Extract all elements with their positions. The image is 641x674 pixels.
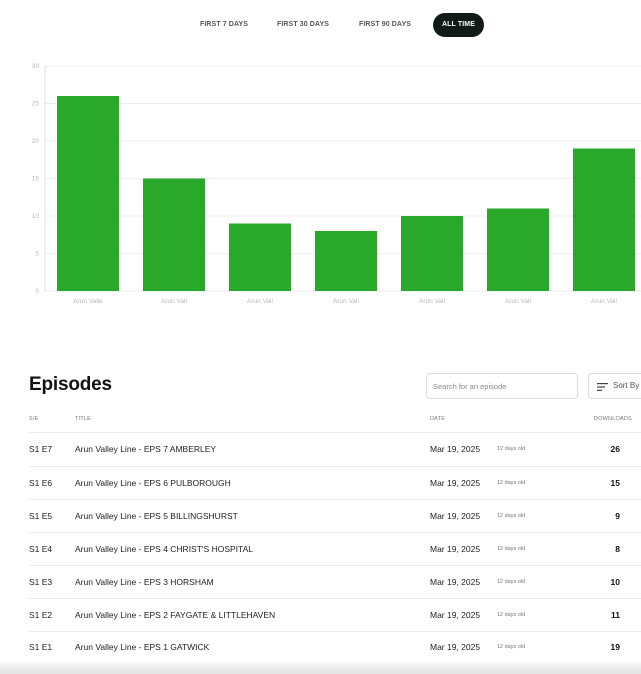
sort-lines-icon bbox=[597, 383, 608, 391]
sort-label: Sort By bbox=[613, 381, 640, 390]
table-row[interactable]: S1 E4 Arun Valley Line - EPS 4 CHRIST'S … bbox=[0, 533, 641, 566]
episode-number: S1 E4 bbox=[29, 544, 53, 554]
episode-number: S1 E2 bbox=[29, 610, 53, 620]
bottom-scroll-shadow bbox=[0, 660, 641, 674]
episode-age: 12 days old bbox=[497, 612, 526, 618]
x-tick-label: Arun Vall bbox=[419, 298, 445, 305]
episode-downloads: 8 bbox=[615, 544, 620, 554]
x-tick-label: Arun Vall bbox=[591, 298, 617, 305]
episode-number: S1 E5 bbox=[29, 511, 53, 521]
episode-downloads: 10 bbox=[610, 577, 620, 587]
y-tick-label: 25 bbox=[32, 101, 40, 108]
episode-date: Mar 19, 2025 bbox=[430, 544, 481, 554]
x-tick-label: Arun Vall bbox=[247, 298, 273, 305]
y-tick-label: 30 bbox=[32, 63, 40, 70]
chart-bar[interactable] bbox=[229, 223, 291, 292]
x-tick-label: Arun Valle bbox=[73, 298, 103, 305]
episode-age: 12 days old bbox=[497, 480, 526, 486]
episodes-table-header: S/E TITLE DATE DOWNLOADS bbox=[0, 416, 641, 426]
y-tick-label: 10 bbox=[32, 213, 40, 220]
episode-date: Mar 19, 2025 bbox=[430, 444, 481, 454]
episode-title: Arun Valley Line - EPS 2 FAYGATE & LITTL… bbox=[75, 610, 276, 620]
episode-date: Mar 19, 2025 bbox=[430, 511, 481, 521]
column-header-date: DATE bbox=[430, 416, 446, 422]
episode-title: Arun Valley Line - EPS 3 HORSHAM bbox=[75, 577, 214, 587]
episode-downloads: 11 bbox=[611, 610, 620, 620]
episode-search-box[interactable] bbox=[426, 373, 578, 399]
episode-title: Arun Valley Line - EPS 7 AMBERLEY bbox=[75, 444, 217, 454]
x-tick-label: Arun Vall bbox=[161, 298, 187, 305]
chart-bar[interactable] bbox=[401, 216, 463, 291]
table-row[interactable]: S1 E6 Arun Valley Line - EPS 6 PULBOROUG… bbox=[0, 467, 641, 500]
episode-age: 12 days old bbox=[497, 513, 526, 519]
table-row[interactable]: S1 E7 Arun Valley Line - EPS 7 AMBERLEY … bbox=[0, 433, 641, 466]
episode-title: Arun Valley Line - EPS 6 PULBOROUGH bbox=[75, 478, 231, 488]
episode-title: Arun Valley Line - EPS 5 BILLINGSHURST bbox=[75, 511, 238, 521]
episode-date: Mar 19, 2025 bbox=[430, 478, 481, 488]
y-tick-label: 0 bbox=[35, 288, 39, 295]
episode-age: 12 days old bbox=[497, 546, 526, 552]
episode-number: S1 E3 bbox=[29, 577, 53, 587]
chart-bar[interactable] bbox=[143, 178, 205, 292]
episode-date: Mar 19, 2025 bbox=[430, 610, 481, 620]
episodes-heading: Episodes bbox=[29, 374, 112, 395]
table-row[interactable]: S1 E3 Arun Valley Line - EPS 3 HORSHAM M… bbox=[0, 566, 641, 599]
column-header-se: S/E bbox=[29, 416, 39, 422]
episode-date: Mar 19, 2025 bbox=[430, 577, 481, 587]
x-tick-label: Arun Vall bbox=[505, 298, 531, 305]
sort-button[interactable]: Sort By bbox=[588, 373, 641, 399]
episode-age: 12 days old bbox=[497, 446, 526, 452]
episode-downloads: 9 bbox=[615, 511, 620, 521]
chart-bar[interactable] bbox=[487, 208, 549, 292]
y-tick-label: 5 bbox=[35, 251, 39, 258]
column-header-downloads: DOWNLOADS bbox=[594, 416, 632, 422]
y-tick-label: 20 bbox=[32, 138, 40, 145]
chart-bar[interactable] bbox=[315, 231, 377, 291]
episode-number: S1 E7 bbox=[29, 444, 53, 454]
chart-bar[interactable] bbox=[573, 148, 635, 292]
episode-title: Arun Valley Line - EPS 4 CHRIST'S HOSPIT… bbox=[75, 544, 253, 554]
episode-search-input[interactable] bbox=[433, 374, 573, 398]
downloads-bar-chart: 0 5 10 15 20 25 30 Arun Valle Arun Vall Arun Vall… bbox=[32, 63, 641, 305]
episode-downloads: 26 bbox=[610, 444, 620, 454]
chart-bar[interactable] bbox=[57, 96, 119, 291]
table-row[interactable]: S1 E5 Arun Valley Line - EPS 5 BILLINGSH… bbox=[0, 500, 641, 533]
x-tick-label: Arun Vall bbox=[333, 298, 359, 305]
y-tick-label: 15 bbox=[32, 176, 40, 183]
episode-number: S1 E6 bbox=[29, 478, 53, 488]
table-row[interactable]: S1 E2 Arun Valley Line - EPS 2 FAYGATE &… bbox=[0, 599, 641, 632]
episode-age: 12 days old bbox=[497, 579, 526, 585]
column-header-title: TITLE bbox=[75, 416, 91, 422]
episode-downloads: 15 bbox=[610, 478, 620, 488]
